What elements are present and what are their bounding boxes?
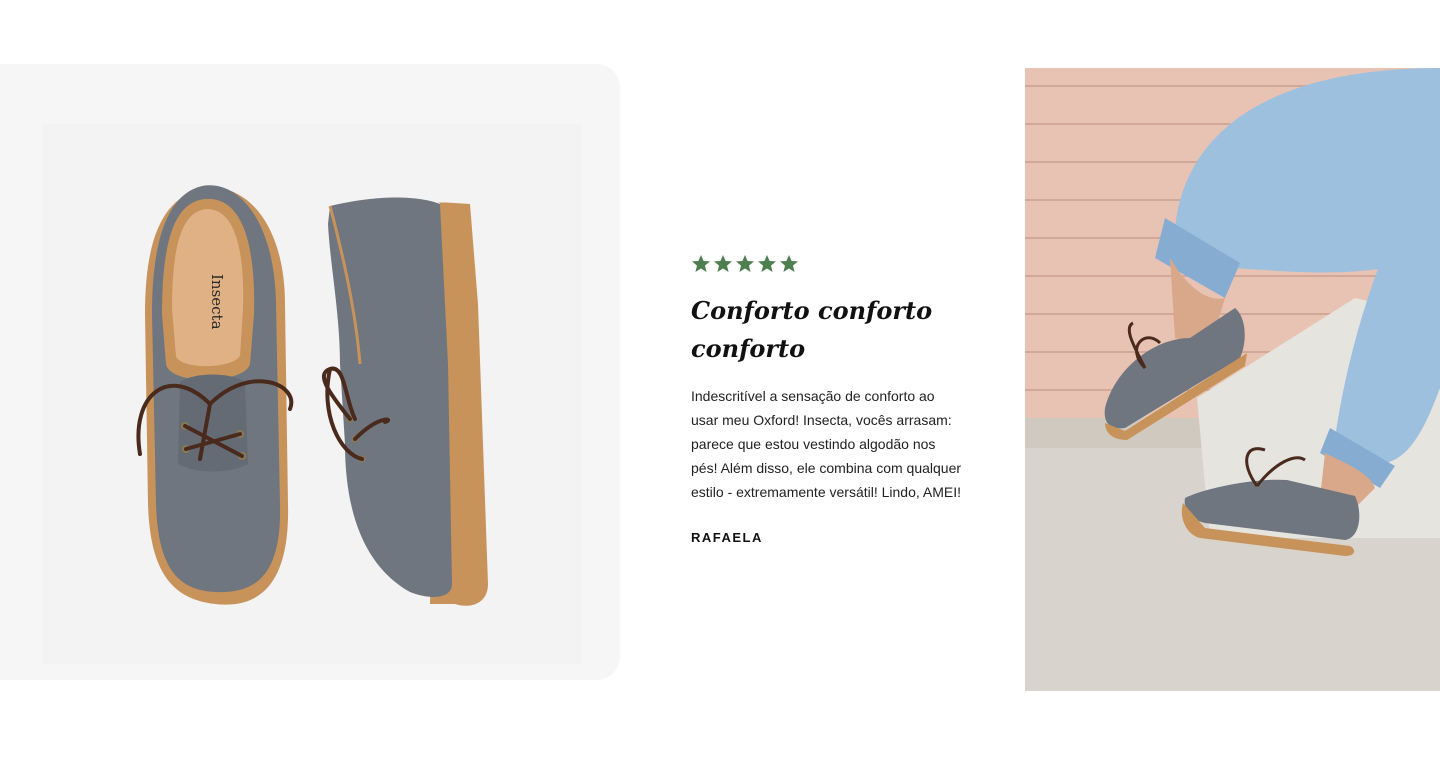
review-title: Conforto conforto conforto	[691, 296, 933, 363]
star-icon	[691, 254, 711, 274]
rating-stars	[691, 252, 971, 276]
product-image: Insecta	[0, 64, 620, 680]
insole-brand-text: Insecta	[208, 274, 226, 330]
star-icon	[757, 254, 777, 274]
review-body: Indescritível a sensação de conforto ao …	[691, 388, 962, 500]
review-author: RAFAELA	[691, 530, 763, 545]
customer-review: Conforto conforto conforto Indescritível…	[691, 252, 971, 545]
testimonial-section: Insecta Conforto conforto conforto Indes…	[0, 0, 1440, 760]
star-icon	[713, 254, 733, 274]
star-icon	[779, 254, 799, 274]
shoe-top-view: Insecta	[136, 185, 294, 605]
star-icon	[735, 254, 755, 274]
lifestyle-photo	[1025, 68, 1440, 691]
